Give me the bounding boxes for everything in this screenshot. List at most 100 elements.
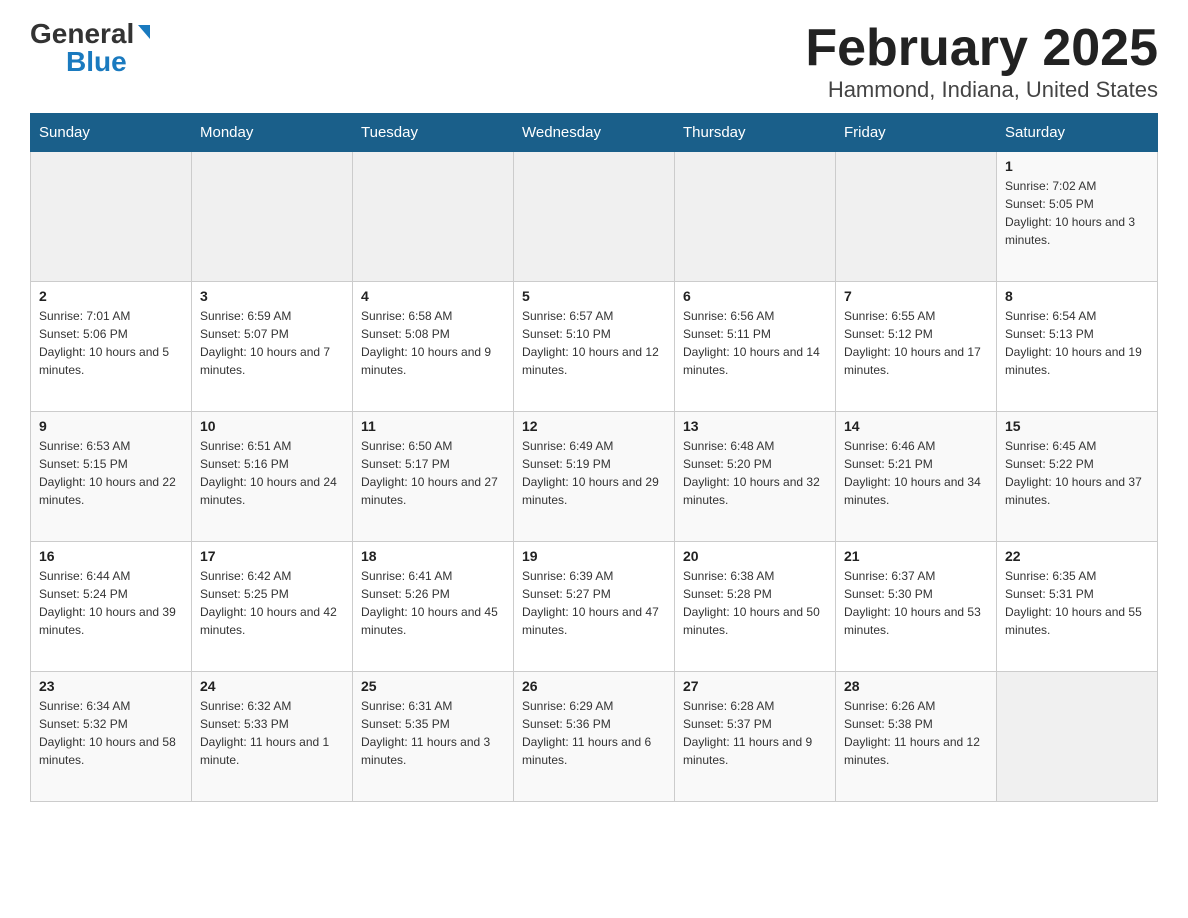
day-number: 9 [39,418,183,434]
calendar-day-cell: 8Sunrise: 6:54 AMSunset: 5:13 PMDaylight… [997,282,1158,412]
day-info: Sunrise: 6:42 AMSunset: 5:25 PMDaylight:… [200,567,344,639]
day-number: 22 [1005,548,1149,564]
calendar-day-cell: 23Sunrise: 6:34 AMSunset: 5:32 PMDayligh… [31,672,192,802]
day-info: Sunrise: 6:58 AMSunset: 5:08 PMDaylight:… [361,307,505,379]
calendar-day-cell: 6 Sunrise: 6:56 AMSunset: 5:11 PMDaylight… [675,282,836,412]
page-subtitle: Hammond, Indiana, United States [805,77,1158,103]
day-of-week-header: Friday [836,114,997,152]
calendar-day-cell: 14 Sunrise: 6:46 AMSunset: 5:21 PMDayligh… [836,412,997,542]
title-block: February 2025 Hammond, Indiana, United S… [805,20,1158,103]
calendar-day-cell: 21 Sunrise: 6:37 AMSunset: 5:30 PMDayligh… [836,542,997,672]
day-number: 1 [1005,158,1149,174]
calendar-day-cell [192,152,353,282]
day-info: Sunrise: 6:28 AMSunset: 5:37 PMDaylight:… [683,697,827,769]
calendar-week-row: 9 Sunrise: 6:53 AMSunset: 5:15 PMDaylight… [31,412,1158,542]
calendar-day-cell [31,152,192,282]
calendar-day-cell: 4 Sunrise: 6:58 AMSunset: 5:08 PMDaylight… [353,282,514,412]
calendar-day-cell: 18 Sunrise: 6:41 AMSunset: 5:26 PMDayligh… [353,542,514,672]
calendar-table: SundayMondayTuesdayWednesdayThursdayFrid… [30,113,1158,802]
day-info: Sunrise: 6:31 AMSunset: 5:35 PMDaylight:… [361,697,505,769]
day-of-week-header: Saturday [997,114,1158,152]
day-info: Sunrise: 6:26 AMSunset: 5:38 PMDaylight:… [844,697,988,769]
page-title: February 2025 [805,20,1158,77]
calendar-day-cell: 17 Sunrise: 6:42 AMSunset: 5:25 PMDayligh… [192,542,353,672]
day-number: 11 [361,418,505,434]
day-number: 15 [1005,418,1149,434]
calendar-day-cell: 2Sunrise: 7:01 AMSunset: 5:06 PMDaylight… [31,282,192,412]
day-number: 19 [522,548,666,564]
day-number: 3 [200,288,344,304]
calendar-day-cell [675,152,836,282]
calendar-day-cell: 1 Sunrise: 7:02 AMSunset: 5:05 PMDaylight… [997,152,1158,282]
day-number: 27 [683,678,827,694]
calendar-day-cell: 19 Sunrise: 6:39 AMSunset: 5:27 PMDayligh… [514,542,675,672]
calendar-day-cell: 28 Sunrise: 6:26 AMSunset: 5:38 PMDayligh… [836,672,997,802]
day-number: 5 [522,288,666,304]
calendar-day-cell [353,152,514,282]
calendar-day-cell: 9 Sunrise: 6:53 AMSunset: 5:15 PMDaylight… [31,412,192,542]
day-of-week-header: Sunday [31,114,192,152]
day-number: 16 [39,548,183,564]
day-info: Sunrise: 6:32 AMSunset: 5:33 PMDaylight:… [200,697,344,769]
calendar-week-row: 1 Sunrise: 7:02 AMSunset: 5:05 PMDaylight… [31,152,1158,282]
logo-general-text: General [30,20,134,48]
day-number: 4 [361,288,505,304]
day-info: Sunrise: 6:50 AMSunset: 5:17 PMDaylight:… [361,437,505,509]
calendar-header: SundayMondayTuesdayWednesdayThursdayFrid… [31,114,1158,152]
calendar-day-cell: 10 Sunrise: 6:51 AMSunset: 5:16 PMDayligh… [192,412,353,542]
day-number: 24 [200,678,344,694]
day-of-week-header: Tuesday [353,114,514,152]
calendar-day-cell [997,672,1158,802]
calendar-day-cell: 16 Sunrise: 6:44 AMSunset: 5:24 PMDayligh… [31,542,192,672]
calendar-day-cell: 26Sunrise: 6:29 AMSunset: 5:36 PMDayligh… [514,672,675,802]
day-number: 21 [844,548,988,564]
calendar-day-cell [836,152,997,282]
calendar-day-cell: 22 Sunrise: 6:35 AMSunset: 5:31 PMDayligh… [997,542,1158,672]
day-number: 10 [200,418,344,434]
calendar-day-cell [514,152,675,282]
day-info: Sunrise: 6:51 AMSunset: 5:16 PMDaylight:… [200,437,344,509]
calendar-day-cell: 12Sunrise: 6:49 AMSunset: 5:19 PMDayligh… [514,412,675,542]
day-info: Sunrise: 6:55 AMSunset: 5:12 PMDaylight:… [844,307,988,379]
calendar-day-cell: 24 Sunrise: 6:32 AMSunset: 5:33 PMDayligh… [192,672,353,802]
day-info: Sunrise: 7:02 AMSunset: 5:05 PMDaylight:… [1005,177,1149,249]
day-info: Sunrise: 6:56 AMSunset: 5:11 PMDaylight:… [683,307,827,379]
calendar-week-row: 16 Sunrise: 6:44 AMSunset: 5:24 PMDayligh… [31,542,1158,672]
day-info: Sunrise: 6:34 AMSunset: 5:32 PMDaylight:… [39,697,183,769]
day-info: Sunrise: 6:57 AMSunset: 5:10 PMDaylight:… [522,307,666,379]
day-info: Sunrise: 6:45 AMSunset: 5:22 PMDaylight:… [1005,437,1149,509]
day-number: 17 [200,548,344,564]
calendar-day-cell: 25 Sunrise: 6:31 AMSunset: 5:35 PMDayligh… [353,672,514,802]
day-info: Sunrise: 6:48 AMSunset: 5:20 PMDaylight:… [683,437,827,509]
calendar-day-cell: 5 Sunrise: 6:57 AMSunset: 5:10 PMDaylight… [514,282,675,412]
day-info: Sunrise: 6:49 AMSunset: 5:19 PMDaylight:… [522,437,666,509]
calendar-day-cell: 27 Sunrise: 6:28 AMSunset: 5:37 PMDayligh… [675,672,836,802]
day-number: 14 [844,418,988,434]
day-info: Sunrise: 6:41 AMSunset: 5:26 PMDaylight:… [361,567,505,639]
day-info: Sunrise: 6:37 AMSunset: 5:30 PMDaylight:… [844,567,988,639]
day-number: 28 [844,678,988,694]
day-info: Sunrise: 6:46 AMSunset: 5:21 PMDaylight:… [844,437,988,509]
day-of-week-header: Thursday [675,114,836,152]
calendar-day-cell: 3 Sunrise: 6:59 AMSunset: 5:07 PMDaylight… [192,282,353,412]
day-info: Sunrise: 6:53 AMSunset: 5:15 PMDaylight:… [39,437,183,509]
header-row: SundayMondayTuesdayWednesdayThursdayFrid… [31,114,1158,152]
day-info: Sunrise: 6:59 AMSunset: 5:07 PMDaylight:… [200,307,344,379]
day-number: 6 [683,288,827,304]
day-info: Sunrise: 6:39 AMSunset: 5:27 PMDaylight:… [522,567,666,639]
day-number: 20 [683,548,827,564]
day-info: Sunrise: 6:44 AMSunset: 5:24 PMDaylight:… [39,567,183,639]
calendar-day-cell: 11 Sunrise: 6:50 AMSunset: 5:17 PMDayligh… [353,412,514,542]
day-number: 18 [361,548,505,564]
day-number: 25 [361,678,505,694]
day-info: Sunrise: 6:38 AMSunset: 5:28 PMDaylight:… [683,567,827,639]
day-number: 2 [39,288,183,304]
calendar-body: 1 Sunrise: 7:02 AMSunset: 5:05 PMDaylight… [31,152,1158,802]
calendar-day-cell: 15 Sunrise: 6:45 AMSunset: 5:22 PMDayligh… [997,412,1158,542]
day-info: Sunrise: 6:35 AMSunset: 5:31 PMDaylight:… [1005,567,1149,639]
day-number: 7 [844,288,988,304]
day-info: Sunrise: 6:54 AMSunset: 5:13 PMDaylight:… [1005,307,1149,379]
calendar-week-row: 23Sunrise: 6:34 AMSunset: 5:32 PMDayligh… [31,672,1158,802]
calendar-day-cell: 20 Sunrise: 6:38 AMSunset: 5:28 PMDayligh… [675,542,836,672]
day-info: Sunrise: 6:29 AMSunset: 5:36 PMDaylight:… [522,697,666,769]
